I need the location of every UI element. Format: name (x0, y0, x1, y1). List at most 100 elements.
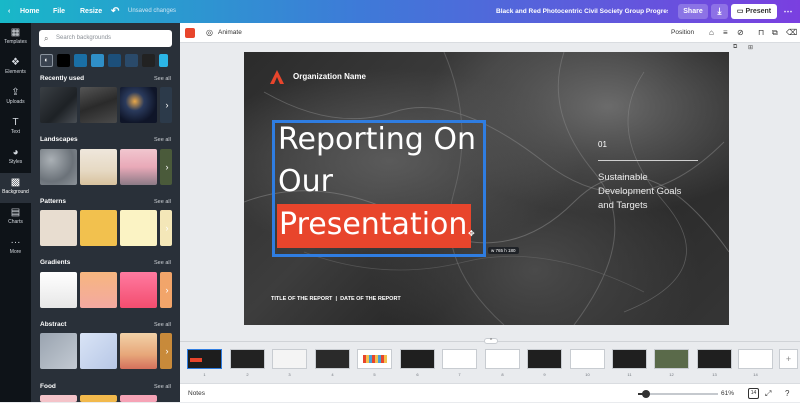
organization-name[interactable]: Organization Name (293, 72, 366, 81)
chevron-right-icon[interactable]: › (162, 149, 172, 185)
page-count[interactable]: 14 (748, 388, 759, 399)
page-thumbnail[interactable] (400, 349, 435, 369)
lock-icon[interactable]: ⊓ (758, 23, 764, 43)
background-thumbnail[interactable] (80, 87, 117, 123)
color-picker-icon[interactable]: ◐ (40, 54, 53, 67)
page-thumbnail[interactable] (357, 349, 392, 369)
file-menu[interactable]: File (53, 0, 65, 23)
background-thumbnail[interactable] (120, 395, 157, 402)
background-thumbnail[interactable] (40, 395, 77, 402)
page-thumbnail[interactable] (442, 349, 477, 369)
chevron-right-icon[interactable]: › (162, 210, 172, 246)
rail-item-uploads[interactable]: ⇪ Uploads (0, 83, 31, 113)
download-icon[interactable]: ⤓ (711, 4, 728, 19)
background-thumbnail[interactable] (80, 149, 117, 185)
side-text-line-3[interactable]: and Targets (598, 200, 647, 211)
notes-button[interactable]: Notes (188, 384, 205, 403)
slide-canvas[interactable]: Organization Name Reporting On Our Prese… (244, 52, 729, 325)
color-swatch[interactable] (74, 54, 87, 67)
color-swatch[interactable] (108, 54, 121, 67)
page-thumbnail[interactable] (654, 349, 689, 369)
background-thumbnail[interactable] (40, 272, 77, 308)
share-button[interactable]: Share (678, 4, 708, 19)
link-icon[interactable]: ⊘ (737, 23, 744, 43)
page-thumbnail[interactable] (527, 349, 562, 369)
side-text-line-1[interactable]: Sustainable (598, 172, 648, 183)
resize-button[interactable]: Resize (80, 0, 102, 23)
see-all-link[interactable]: See all (154, 199, 171, 205)
side-text-line-2[interactable]: Development Goals (598, 186, 681, 197)
zoom-slider[interactable] (638, 393, 718, 395)
expand-pages-handle[interactable]: ^ (484, 338, 498, 344)
color-swatch[interactable] (142, 54, 155, 67)
chevron-right-icon[interactable]: › (162, 272, 172, 308)
see-all-link[interactable]: See all (154, 260, 171, 266)
rail-item-styles[interactable]: ◕ Styles (0, 143, 31, 173)
page-thumbnail[interactable] (485, 349, 520, 369)
help-icon[interactable]: ? (785, 384, 789, 403)
selection-box[interactable] (272, 120, 486, 257)
background-thumbnail[interactable] (40, 210, 77, 246)
background-thumbnail[interactable] (80, 395, 117, 402)
zoom-level[interactable]: 61% (721, 384, 734, 403)
rail-item-templates[interactable]: ▦ Templates (0, 23, 31, 53)
format-painter-icon[interactable]: ⌂ (709, 23, 714, 43)
section-number[interactable]: 01 (598, 140, 607, 149)
animate-button[interactable]: Animate (218, 23, 242, 43)
page-thumbnail[interactable] (697, 349, 732, 369)
search-input[interactable]: Search backgrounds (56, 30, 111, 47)
see-all-link[interactable]: See all (154, 137, 171, 143)
background-thumbnail[interactable] (40, 333, 77, 369)
background-thumbnail[interactable] (40, 149, 77, 185)
add-page-button[interactable]: + (779, 349, 798, 369)
zoom-slider-handle[interactable] (642, 390, 650, 398)
align-icon[interactable]: ≡ (723, 23, 728, 43)
page-thumbnail[interactable] (570, 349, 605, 369)
background-thumbnail[interactable] (80, 272, 117, 308)
background-thumbnail[interactable] (120, 149, 157, 185)
rail-item-charts[interactable]: ▤ Charts (0, 203, 31, 233)
more-options-icon[interactable]: ⋯ (781, 4, 795, 19)
present-button[interactable]: ▭ Present (731, 4, 777, 19)
background-thumbnail[interactable] (120, 333, 157, 369)
trash-icon[interactable]: ⌫ (786, 23, 797, 43)
rail-item-text[interactable]: T Text (0, 113, 31, 143)
text-color-swatch[interactable] (185, 28, 195, 38)
page-thumbnail[interactable] (738, 349, 773, 369)
fullscreen-icon[interactable]: ⤢ (765, 384, 771, 403)
background-thumbnail[interactable] (120, 210, 157, 246)
duplicate-icon[interactable]: ⧉ (772, 23, 778, 43)
background-thumbnail[interactable] (80, 210, 117, 246)
chevron-right-icon[interactable]: › (162, 87, 172, 123)
rail-item-elements[interactable]: ❖ Elements (0, 53, 31, 83)
background-thumbnail[interactable] (120, 87, 157, 123)
page-thumbnail[interactable] (612, 349, 647, 369)
background-thumbnail[interactable] (40, 87, 77, 123)
color-swatch[interactable] (57, 54, 70, 67)
undo-icon[interactable]: ↶ (111, 0, 119, 23)
page-thumbnail[interactable] (315, 349, 350, 369)
search-field[interactable]: ⌕ Search backgrounds (39, 30, 172, 47)
background-thumbnail[interactable] (120, 272, 157, 308)
see-all-link[interactable]: See all (154, 322, 171, 328)
rail-item-more[interactable]: ··· More (0, 233, 31, 263)
position-button[interactable]: Position (671, 23, 694, 43)
see-all-link[interactable]: See all (154, 384, 171, 390)
slide-footer[interactable]: TITLE OF THE REPORT | DATE OF THE REPORT (271, 296, 401, 302)
see-all-link[interactable]: See all (154, 76, 171, 82)
copy-page-icon[interactable]: ⧉ (733, 44, 737, 51)
color-swatch[interactable] (91, 54, 104, 67)
page-thumbnail[interactable] (187, 349, 222, 369)
document-title[interactable]: Black and Red Photocentric Civil Society… (496, 0, 668, 23)
page-number: 11 (627, 372, 632, 377)
background-thumbnail[interactable] (80, 333, 117, 369)
chevron-right-icon[interactable]: › (162, 333, 172, 369)
home-button[interactable]: Home (20, 0, 39, 23)
chevron-left-icon[interactable]: ‹ (8, 0, 10, 23)
add-page-icon[interactable]: ⊞ (748, 44, 753, 51)
page-thumbnail[interactable] (230, 349, 265, 369)
color-swatch[interactable] (159, 54, 168, 67)
page-thumbnail[interactable] (272, 349, 307, 369)
rail-item-background[interactable]: ▩ Background (0, 173, 31, 203)
color-swatch[interactable] (125, 54, 138, 67)
